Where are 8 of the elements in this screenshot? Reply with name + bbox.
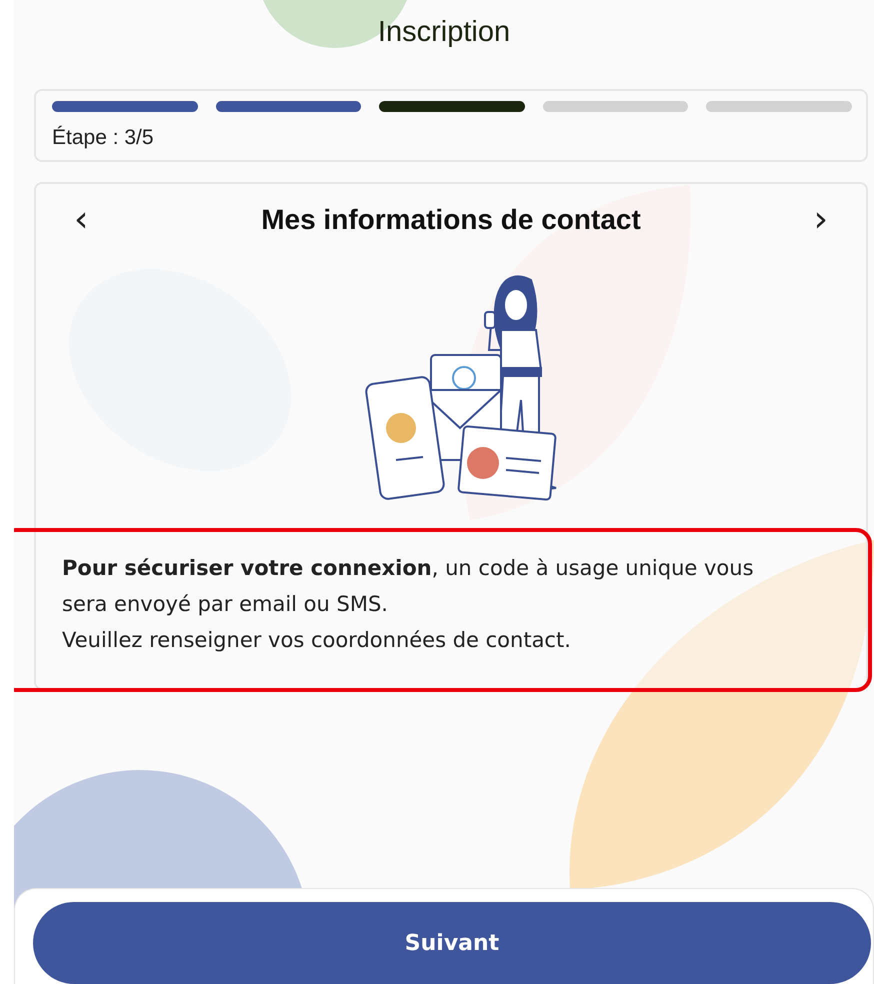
previous-button[interactable]: ‹ [70,202,92,238]
page-title: Inscription [378,16,510,49]
next-button[interactable]: › [810,202,832,238]
card-title: Mes informations de contact [261,204,641,236]
info-text: Veuillez renseigner vos coordonnées de contact. [62,627,572,654]
next-step-button[interactable]: Suivant [33,902,871,984]
step-label: Étape : 3/5 [52,126,155,150]
info-text: Pour sécuriser votre connexion, un code à usage unique vous sera envoyé par email ou SMS. [62,555,755,618]
